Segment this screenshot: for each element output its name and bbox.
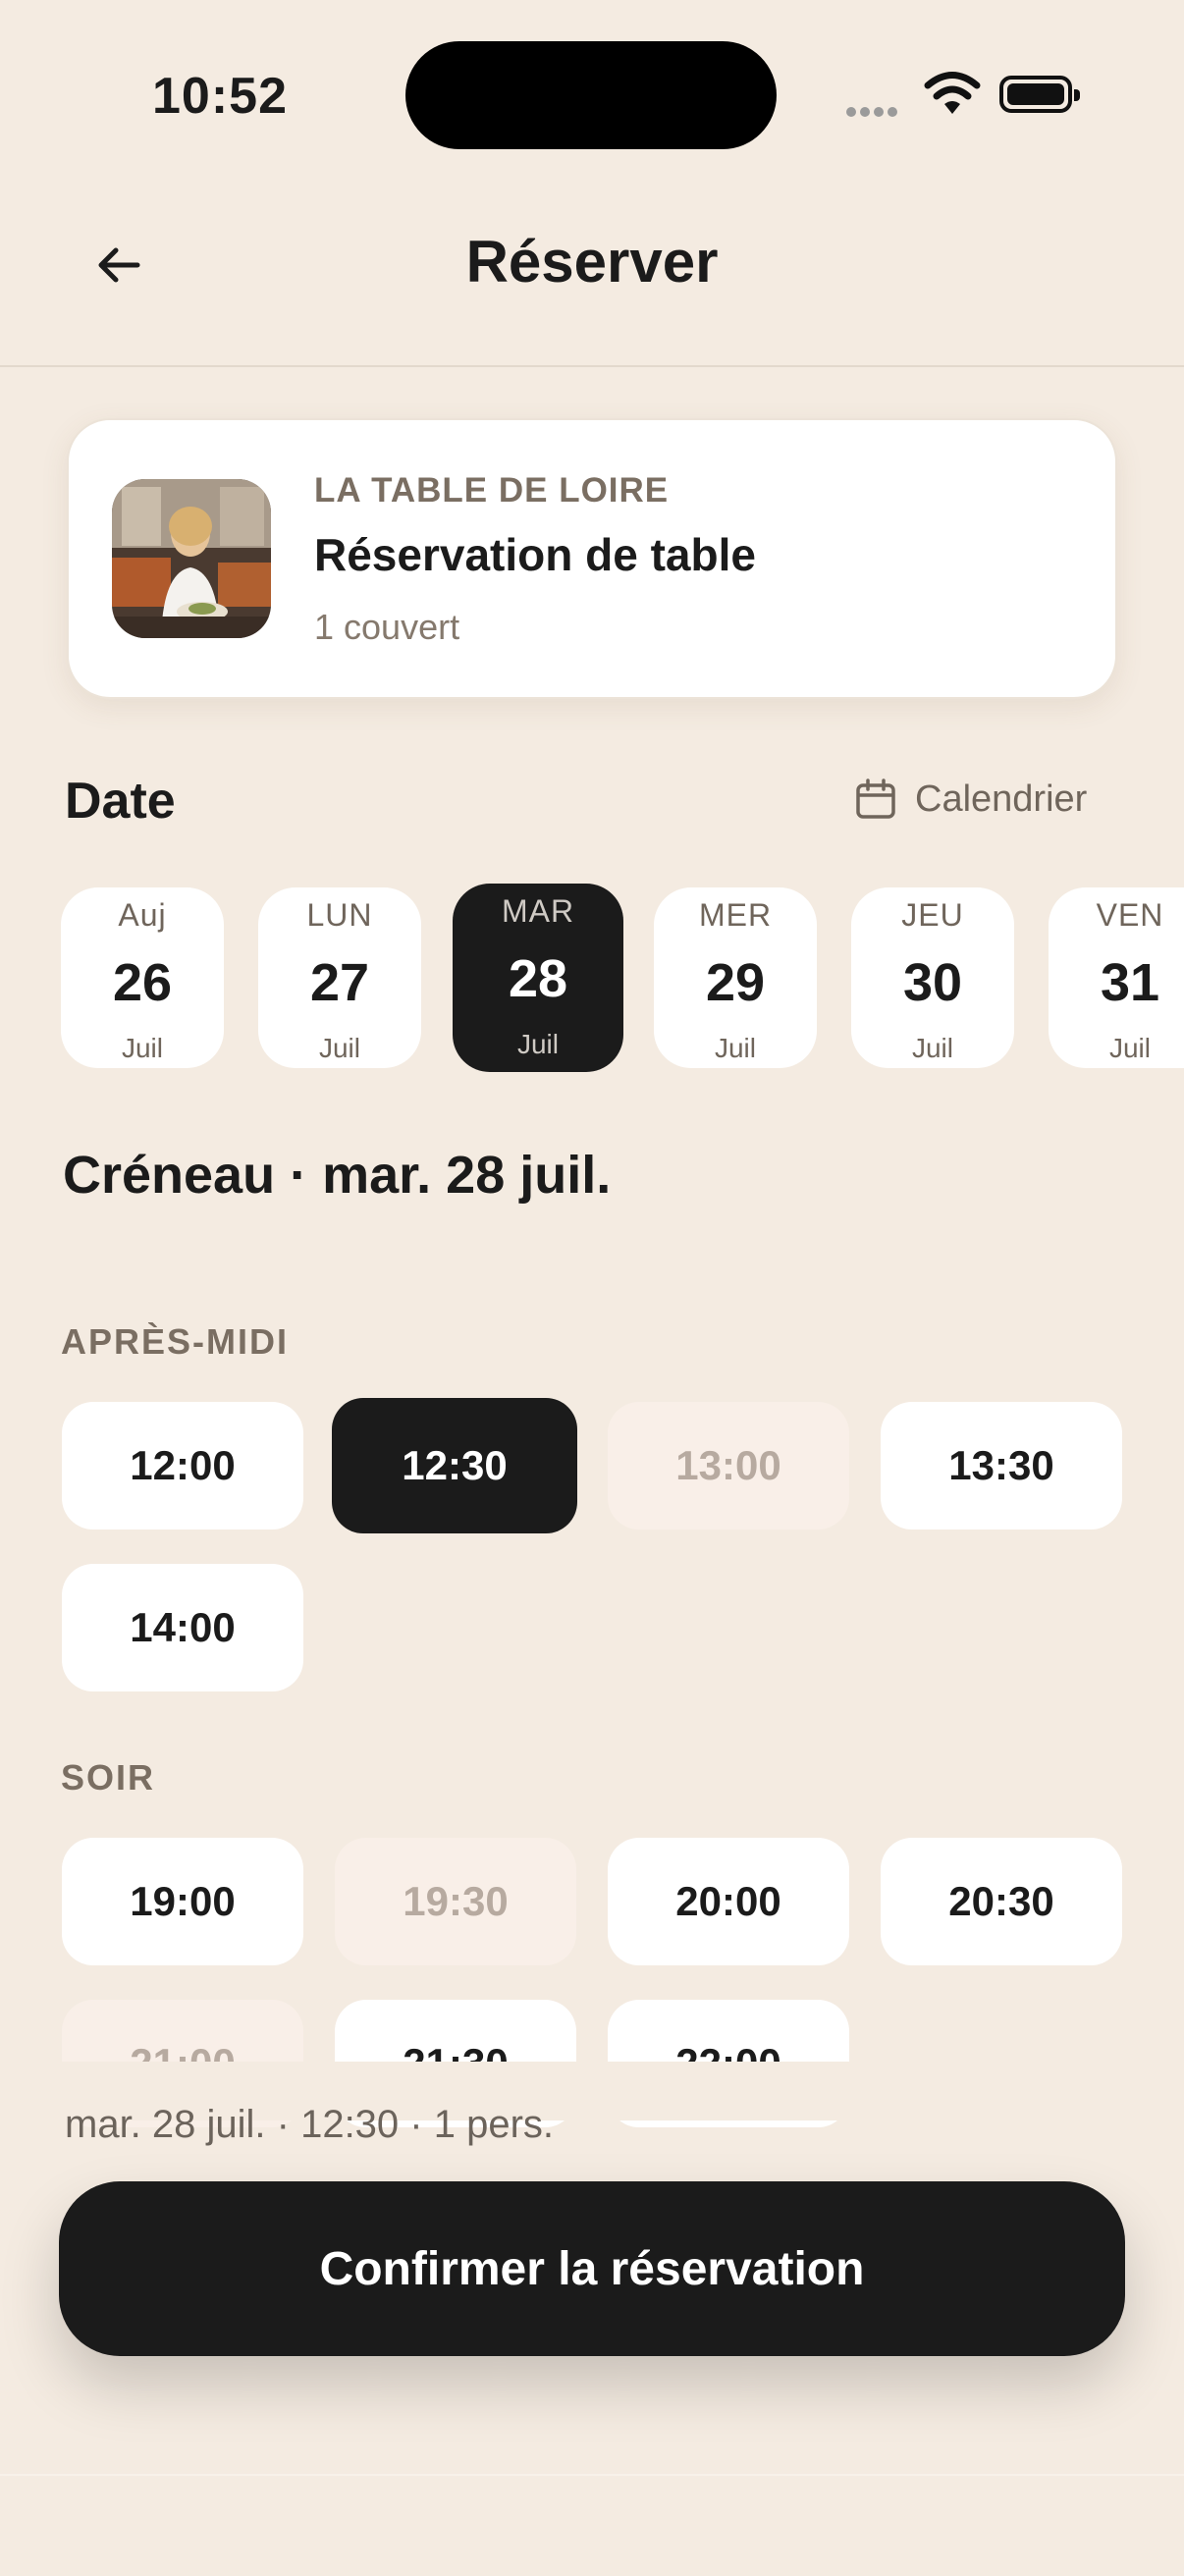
day-month: Juil bbox=[318, 1033, 360, 1063]
slot-1300-unavailable: 13:00 bbox=[608, 1402, 849, 1530]
covers-count: 1 couvert bbox=[314, 607, 460, 647]
slot-2030[interactable]: 20:30 bbox=[881, 1838, 1122, 1965]
day-name: JEU bbox=[901, 897, 964, 933]
calendar-icon bbox=[856, 778, 895, 819]
status-time: 10:52 bbox=[152, 68, 288, 125]
home-indicator-area bbox=[0, 2474, 1184, 2576]
day-name: Auj bbox=[118, 897, 167, 933]
day-number: 29 bbox=[705, 953, 766, 1012]
wifi-icon bbox=[924, 72, 981, 114]
day-chip-26[interactable]: Auj 26 Juil bbox=[61, 887, 224, 1068]
reservation-type: Réservation de table bbox=[314, 529, 756, 580]
signal-icon bbox=[846, 104, 901, 122]
day-number: 27 bbox=[309, 953, 370, 1012]
dynamic-island bbox=[405, 41, 777, 149]
calendar-label: Calendrier bbox=[915, 778, 1088, 820]
slot-1200[interactable]: 12:00 bbox=[62, 1402, 303, 1530]
day-month: Juil bbox=[121, 1033, 163, 1063]
day-month: Juil bbox=[911, 1033, 953, 1063]
restaurant-card: LA TABLE DE LOIRE Réservation de table 1… bbox=[67, 418, 1117, 699]
day-chip-30[interactable]: JEU 30 Juil bbox=[851, 887, 1014, 1068]
calendar-button[interactable]: Calendrier bbox=[854, 778, 1087, 821]
slot-1330[interactable]: 13:30 bbox=[881, 1402, 1122, 1530]
booking-summary: mar. 28 juil. · 12:30 · 1 pers. bbox=[65, 2103, 555, 2146]
day-number: 31 bbox=[1100, 953, 1160, 1012]
day-name: LUN bbox=[306, 897, 373, 933]
slot-heading: Créneau · mar. 28 juil. bbox=[63, 1146, 612, 1205]
restaurant-photo bbox=[112, 479, 271, 638]
restaurant-name: LA TABLE DE LOIRE bbox=[314, 471, 670, 510]
status-bar: 10:52 bbox=[0, 0, 1184, 187]
day-chip-27[interactable]: LUN 27 Juil bbox=[258, 887, 421, 1068]
day-chip-31[interactable]: VEN 31 Juil bbox=[1049, 887, 1184, 1068]
slot-2000[interactable]: 20:00 bbox=[608, 1838, 849, 1965]
slot-1230-selected[interactable]: 12:30 bbox=[332, 1398, 577, 1533]
battery-icon bbox=[999, 76, 1080, 113]
day-name: MER bbox=[698, 897, 773, 933]
afternoon-label: APRÈS-MIDI bbox=[61, 1321, 290, 1362]
header: Réserver bbox=[0, 187, 1184, 367]
day-name: MAR bbox=[501, 893, 575, 929]
confirm-button[interactable]: Confirmer la réservation bbox=[59, 2181, 1125, 2356]
day-chip-28-selected[interactable]: MAR 28 Juil bbox=[453, 884, 623, 1072]
slot-1400[interactable]: 14:00 bbox=[62, 1564, 303, 1691]
page-title: Réserver bbox=[465, 229, 719, 295]
evening-label: SOIR bbox=[61, 1757, 156, 1798]
day-chip-29[interactable]: MER 29 Juil bbox=[654, 887, 817, 1068]
day-number: 26 bbox=[112, 953, 173, 1012]
day-name: VEN bbox=[1096, 897, 1164, 933]
day-month: Juil bbox=[516, 1029, 559, 1059]
slot-1900[interactable]: 19:00 bbox=[62, 1838, 303, 1965]
day-number: 28 bbox=[508, 949, 568, 1008]
day-number: 30 bbox=[902, 953, 963, 1012]
date-heading: Date bbox=[65, 773, 176, 830]
slot-1930-unavailable: 19:30 bbox=[335, 1838, 576, 1965]
day-month: Juil bbox=[1108, 1033, 1151, 1063]
day-month: Juil bbox=[714, 1033, 756, 1063]
